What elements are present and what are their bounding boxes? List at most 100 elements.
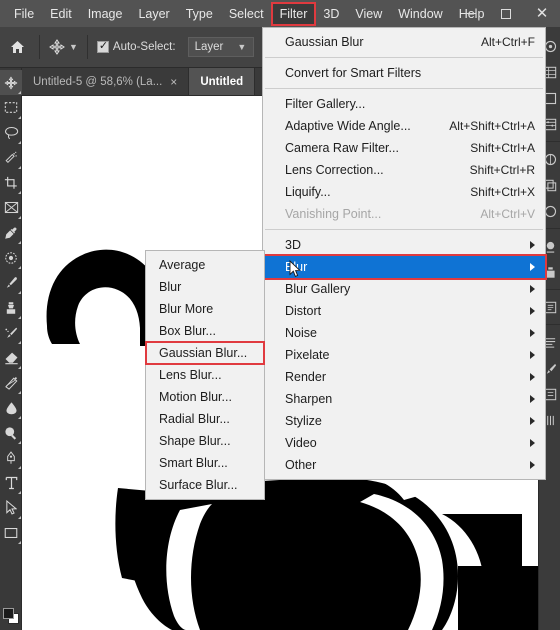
- tool-frame[interactable]: [0, 195, 22, 220]
- submenu-arrow-icon: [530, 461, 535, 469]
- menu-item-shortcut: Alt+Ctrl+V: [480, 207, 535, 221]
- window-controls: ✕: [452, 0, 560, 27]
- tool-rectangle-shape[interactable]: [0, 520, 22, 545]
- tool-flyout-triangle-icon: [18, 466, 21, 469]
- menu-item-shortcut: Alt+Ctrl+F: [480, 35, 535, 49]
- auto-select-checkbox[interactable]: Auto-Select:: [93, 39, 180, 53]
- menu-separator: [265, 88, 543, 89]
- menu-edit[interactable]: Edit: [42, 3, 80, 25]
- tool-lasso[interactable]: [0, 120, 22, 145]
- tool-spot-healing-brush[interactable]: [0, 245, 22, 270]
- menu-item-label: Distort: [285, 304, 322, 318]
- menu-file[interactable]: File: [6, 3, 42, 25]
- submenu-item-smart-blur[interactable]: Smart Blur...: [146, 452, 264, 474]
- menu-item-video[interactable]: Video: [263, 432, 545, 454]
- tool-blur[interactable]: [0, 395, 22, 420]
- menu-item-other[interactable]: Other: [263, 454, 545, 476]
- menu-window[interactable]: Window: [390, 3, 450, 25]
- submenu-item-gaussian-blur[interactable]: Gaussian Blur...: [145, 341, 265, 365]
- menu-type[interactable]: Type: [178, 3, 221, 25]
- menu-item-shortcut: Shift+Ctrl+A: [470, 141, 535, 155]
- menu-item-filter-gallery[interactable]: Filter Gallery...: [263, 93, 545, 115]
- menu-item-label: Sharpen: [285, 392, 333, 406]
- submenu-item-blur[interactable]: Blur: [146, 276, 264, 298]
- submenu-item-blur-more[interactable]: Blur More: [146, 298, 264, 320]
- submenu-arrow-icon: [530, 439, 535, 447]
- tool-dodge[interactable]: [0, 420, 22, 445]
- maximize-icon: [501, 8, 511, 19]
- menu-item-convert-for-smart-filters[interactable]: Convert for Smart Filters: [263, 62, 545, 84]
- filter-dropdown-menu[interactable]: Gaussian Blur Alt+Ctrl+F Convert for Sma…: [261, 27, 547, 480]
- home-button[interactable]: [0, 40, 34, 54]
- tool-type[interactable]: [0, 470, 22, 495]
- tool-eyedropper[interactable]: [0, 220, 22, 245]
- menu-item-render[interactable]: Render: [263, 366, 545, 388]
- tool-eraser[interactable]: [0, 345, 22, 370]
- menu-item-sharpen[interactable]: Sharpen: [263, 388, 545, 410]
- submenu-item-average[interactable]: Average: [146, 254, 264, 276]
- menu-item-label: Stylize: [285, 414, 322, 428]
- submenu-item-surface-blur[interactable]: Surface Blur...: [146, 474, 264, 496]
- menu-item-blur[interactable]: Blur: [261, 254, 547, 280]
- menu-item-3d[interactable]: 3D: [263, 234, 545, 256]
- menu-separator: [265, 57, 543, 58]
- tool-flyout-triangle-icon: [18, 266, 21, 269]
- tool-clone-stamp[interactable]: [0, 295, 22, 320]
- menu-item-pixelate[interactable]: Pixelate: [263, 344, 545, 366]
- tool-rectangular-marquee[interactable]: [0, 95, 22, 120]
- checkbox-icon: [96, 39, 109, 53]
- menu-item-distort[interactable]: Distort: [263, 300, 545, 322]
- submenu-arrow-icon: [530, 351, 535, 359]
- menu-item-label: Adaptive Wide Angle...: [285, 119, 411, 133]
- tool-flyout-triangle-icon: [18, 166, 21, 169]
- menu-layer[interactable]: Layer: [130, 3, 177, 25]
- menu-item-stylize[interactable]: Stylize: [263, 410, 545, 432]
- tool-flyout-triangle-icon: [18, 116, 21, 119]
- menu-item-lens-correction[interactable]: Lens Correction... Shift+Ctrl+R: [263, 159, 545, 181]
- menu-item-blur-gallery[interactable]: Blur Gallery: [263, 278, 545, 300]
- tool-crop[interactable]: [0, 170, 22, 195]
- submenu-item-box-blur[interactable]: Box Blur...: [146, 320, 264, 342]
- auto-select-scope-dropdown[interactable]: Layer ▼: [187, 37, 254, 57]
- menu-item-liquify[interactable]: Liquify... Shift+Ctrl+X: [263, 181, 545, 203]
- menu-image[interactable]: Image: [80, 3, 131, 25]
- tool-pen[interactable]: [0, 445, 22, 470]
- tab-label: Untitled: [200, 75, 244, 88]
- tool-brush[interactable]: [0, 270, 22, 295]
- tool-history-brush[interactable]: [0, 320, 22, 345]
- minimize-button[interactable]: [452, 0, 488, 27]
- submenu-item-shape-blur[interactable]: Shape Blur...: [146, 430, 264, 452]
- menu-item-label: Video: [285, 436, 317, 450]
- active-tool-button[interactable]: ▼: [45, 39, 82, 55]
- menu-filter[interactable]: Filter: [270, 1, 317, 26]
- menu-item-gaussian-blur-repeat[interactable]: Gaussian Blur Alt+Ctrl+F: [263, 31, 545, 53]
- tool-flyout-triangle-icon: [18, 316, 21, 319]
- tool-path-selection[interactable]: [0, 495, 22, 520]
- submenu-arrow-icon: [530, 373, 535, 381]
- tool-flyout-triangle-icon: [18, 541, 21, 544]
- tool-flyout-triangle-icon: [18, 141, 21, 144]
- document-tab-untitled[interactable]: Untitled: [189, 68, 256, 95]
- foreground-background-color-swatch[interactable]: [3, 608, 19, 624]
- maximize-button[interactable]: [488, 0, 524, 27]
- tab-close-icon[interactable]: ×: [170, 75, 177, 89]
- menu-item-noise[interactable]: Noise: [263, 322, 545, 344]
- tool-move[interactable]: [0, 70, 22, 95]
- tool-quick-selection[interactable]: [0, 145, 22, 170]
- submenu-item-lens-blur[interactable]: Lens Blur...: [146, 364, 264, 386]
- foreground-color-swatch[interactable]: [3, 608, 14, 619]
- divider: [86, 35, 88, 59]
- close-button[interactable]: ✕: [524, 0, 560, 27]
- menu-item-shortcut: Alt+Shift+Ctrl+A: [449, 119, 535, 133]
- menu-view[interactable]: View: [347, 3, 390, 25]
- document-tab-untitled-5[interactable]: Untitled-5 @ 58,6% (La... ×: [22, 68, 190, 95]
- tool-flyout-triangle-icon: [18, 366, 21, 369]
- tool-gradient[interactable]: [0, 370, 22, 395]
- menu-select[interactable]: Select: [221, 3, 272, 25]
- submenu-item-radial-blur[interactable]: Radial Blur...: [146, 408, 264, 430]
- menu-3d[interactable]: 3D: [315, 3, 347, 25]
- submenu-item-motion-blur[interactable]: Motion Blur...: [146, 386, 264, 408]
- menu-item-adaptive-wide-angle[interactable]: Adaptive Wide Angle... Alt+Shift+Ctrl+A: [263, 115, 545, 137]
- menu-item-camera-raw-filter[interactable]: Camera Raw Filter... Shift+Ctrl+A: [263, 137, 545, 159]
- blur-submenu[interactable]: Average Blur Blur More Box Blur... Gauss…: [145, 250, 265, 500]
